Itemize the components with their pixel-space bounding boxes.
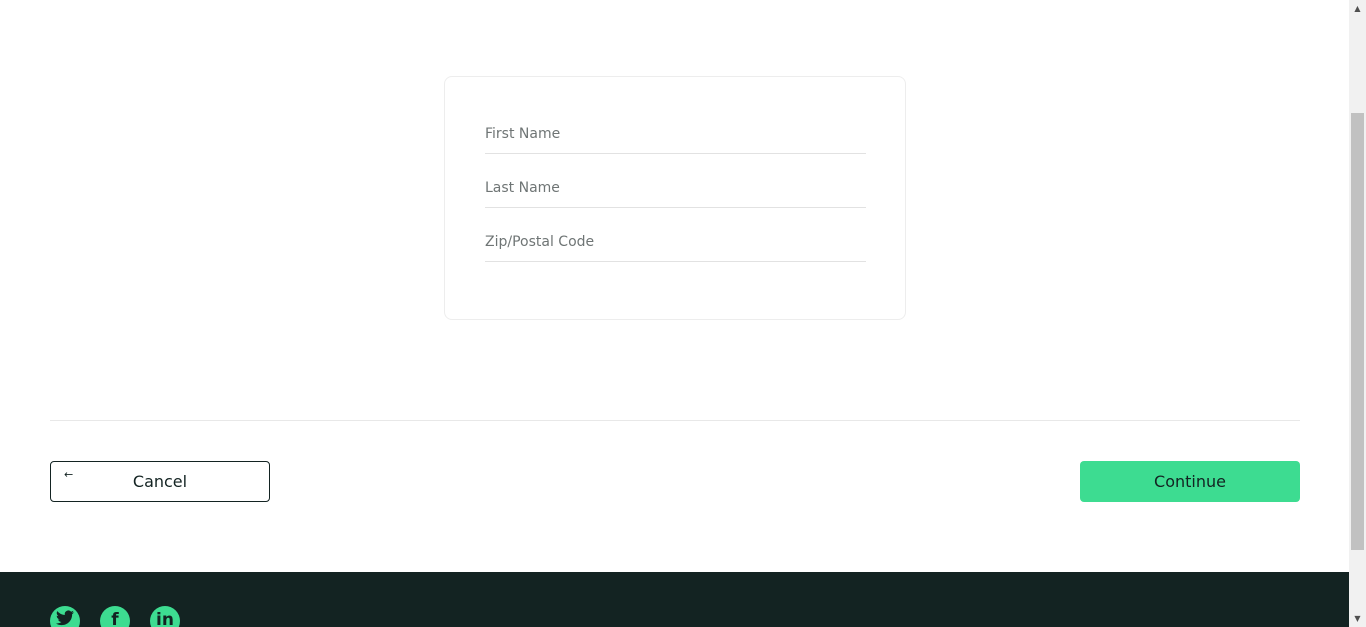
arrow-left-icon: ← <box>64 468 74 481</box>
page: ← Cancel Continue f in <box>0 0 1349 627</box>
continue-button-label: Continue <box>1154 472 1226 491</box>
zip-postal-code-input[interactable] <box>485 228 866 261</box>
checkout-info-form <box>444 76 906 320</box>
continue-button[interactable]: Continue <box>1080 461 1300 502</box>
first-name-field-wrapper <box>485 120 866 154</box>
cancel-button-label: Cancel <box>132 472 188 491</box>
first-name-input[interactable] <box>485 120 866 153</box>
zip-field-wrapper <box>485 228 866 262</box>
scroll-down-arrow-icon[interactable]: ▼ <box>1349 610 1366 627</box>
cancel-button[interactable]: ← Cancel <box>50 461 270 502</box>
scroll-up-arrow-icon[interactable]: ▲ <box>1349 0 1366 17</box>
twitter-bird-glyph <box>56 610 74 626</box>
linkedin-icon[interactable]: in <box>150 606 180 627</box>
twitter-icon[interactable] <box>50 606 80 627</box>
facebook-glyph: f <box>111 610 119 627</box>
divider <box>50 420 1300 421</box>
scrollbar-thumb[interactable] <box>1351 113 1364 550</box>
facebook-icon[interactable]: f <box>100 606 130 627</box>
linkedin-glyph: in <box>156 610 174 627</box>
footer: f in <box>0 572 1349 627</box>
last-name-field-wrapper <box>485 174 866 208</box>
last-name-input[interactable] <box>485 174 866 207</box>
vertical-scrollbar[interactable]: ▲ ▼ <box>1349 0 1366 627</box>
